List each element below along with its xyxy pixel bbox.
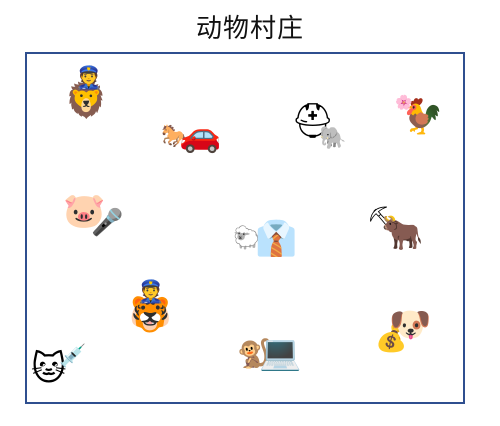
page-title: 动物村庄 [195, 14, 304, 44]
tiger-police-character: 🐯 👮 [127, 282, 173, 336]
shirt-tie-icon: 👔 [255, 219, 298, 259]
syringe-icon: 💉 [59, 344, 87, 369]
laptop-icon: 💻 [259, 333, 302, 373]
horse-car-character: 🐎 🚗 [161, 116, 221, 156]
elephant-icon: 🐘 [319, 126, 347, 151]
dog-icon: 🐶 [389, 305, 432, 345]
ox-icon: 🐂 [381, 213, 424, 253]
police-cap-icon: 👮 [75, 66, 103, 91]
ox-pickaxe-character: ⛏ 🐂 [367, 206, 423, 252]
car-icon: 🚗 [179, 115, 222, 155]
dog-moneybag-character: 💰 🐶 [375, 306, 431, 356]
pig-microphone-character: 🐷 🎤 [63, 192, 124, 240]
cat-syringe-character: 🐱 💉 [31, 346, 91, 390]
rooster-character: 🐓 🌸 [393, 94, 445, 146]
microphone-icon: 🎤 [91, 208, 124, 238]
police-cap-icon: 👮 [137, 280, 165, 305]
lion-police-character: 🦁 👮 [61, 68, 111, 124]
village-frame: 🦁 👮 🐎 🚗 ⛑ 🐘 🐓 🌸 🐷 🎤 🐑 👔 ⛏ 🐂 🐯 👮 💰 🐶 🐒 💻 … [25, 52, 465, 404]
flower-icon: 🌸 [395, 95, 413, 111]
monkey-laptop-character: 🐒 💻 [237, 330, 302, 376]
sheep-shirt-character: 🐑 👔 [233, 218, 297, 264]
elephant-helmet-character: ⛑ 🐘 [291, 102, 351, 154]
